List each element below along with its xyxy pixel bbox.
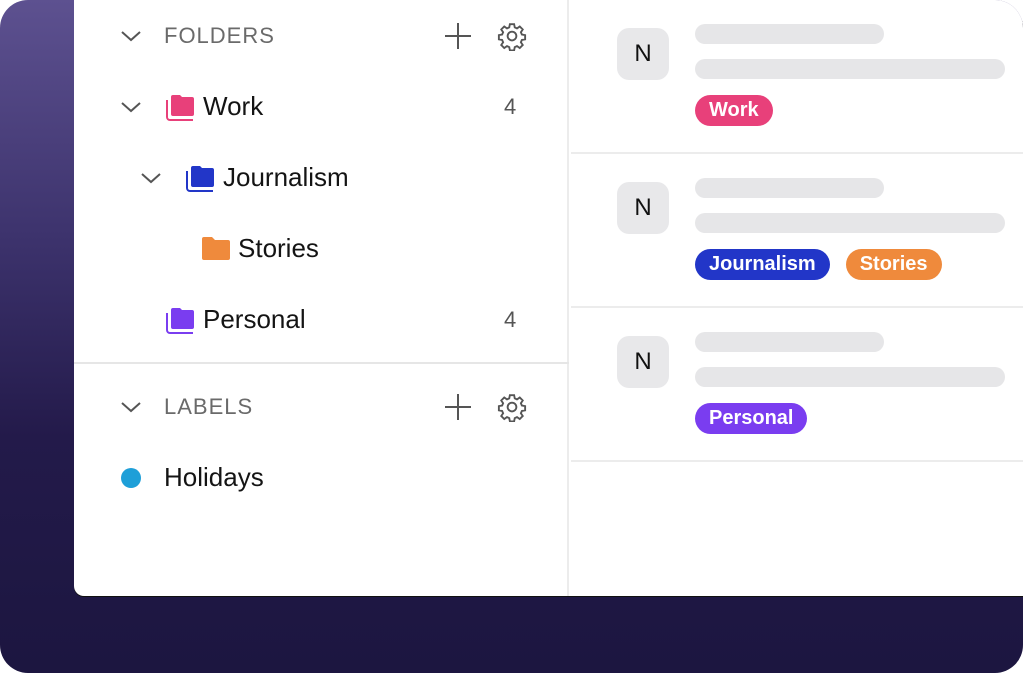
folders-title: FOLDERS <box>164 22 275 48</box>
label-settings-gear-icon[interactable] <box>497 392 527 422</box>
folder-count: 4 <box>504 93 517 119</box>
avatar: N <box>617 182 669 234</box>
chevron-down-icon[interactable] <box>120 100 142 114</box>
folder-item-work[interactable]: Work 4 <box>74 71 569 142</box>
tag-list: Work <box>695 95 773 126</box>
avatar: N <box>617 28 669 80</box>
message-card[interactable]: N Journalism Stories <box>571 154 1023 308</box>
folder-item-personal[interactable]: Personal 4 <box>74 284 569 355</box>
sidebar: FOLDERS Work 4 Journalism Stories Person… <box>74 0 569 596</box>
folder-icon <box>202 236 230 260</box>
chevron-down-icon[interactable] <box>140 171 162 185</box>
section-divider <box>74 362 569 364</box>
skeleton-line <box>695 367 1005 387</box>
tag-personal[interactable]: Personal <box>695 403 808 434</box>
folder-label: Stories <box>238 233 319 263</box>
add-label-button[interactable] <box>443 392 473 422</box>
skeleton-line <box>695 178 884 198</box>
chevron-down-icon[interactable] <box>120 400 142 414</box>
folder-label: Personal <box>203 304 306 334</box>
message-card[interactable]: N Personal <box>571 308 1023 462</box>
folder-item-journalism[interactable]: Journalism <box>74 142 569 213</box>
avatar: N <box>617 336 669 388</box>
folder-item-stories[interactable]: Stories <box>74 213 569 284</box>
skeleton-line <box>695 59 1005 79</box>
tag-list: Journalism Stories <box>695 249 942 280</box>
tag-stories[interactable]: Stories <box>845 249 942 280</box>
tag-journalism[interactable]: Journalism <box>695 249 830 280</box>
app-window: FOLDERS Work 4 Journalism Stories Person… <box>74 0 1023 596</box>
folders-header[interactable]: FOLDERS <box>74 0 569 71</box>
message-list: N Work N Journalism Stories N Personal <box>571 0 1023 596</box>
label-name: Holidays <box>164 462 264 492</box>
folder-label: Journalism <box>223 162 349 192</box>
labels-title: LABELS <box>164 393 254 419</box>
folder-stack-icon <box>166 307 194 334</box>
labels-header[interactable]: LABELS <box>74 371 569 442</box>
skeleton-line <box>695 332 884 352</box>
folder-count: 4 <box>504 306 517 332</box>
label-item-holidays[interactable]: Holidays <box>74 442 569 513</box>
folder-stack-icon <box>166 94 194 121</box>
folder-stack-icon <box>186 165 214 192</box>
tag-work[interactable]: Work <box>695 95 773 126</box>
label-color-dot-icon <box>121 467 141 488</box>
app-frame: FOLDERS Work 4 Journalism Stories Person… <box>0 0 1023 673</box>
folder-label: Work <box>203 91 264 121</box>
folder-settings-gear-icon[interactable] <box>497 21 527 51</box>
chevron-down-icon[interactable] <box>120 29 142 43</box>
skeleton-line <box>695 213 1005 233</box>
skeleton-line <box>695 24 884 44</box>
message-card[interactable]: N Work <box>571 0 1023 154</box>
tag-list: Personal <box>695 403 808 434</box>
add-folder-button[interactable] <box>443 21 473 51</box>
